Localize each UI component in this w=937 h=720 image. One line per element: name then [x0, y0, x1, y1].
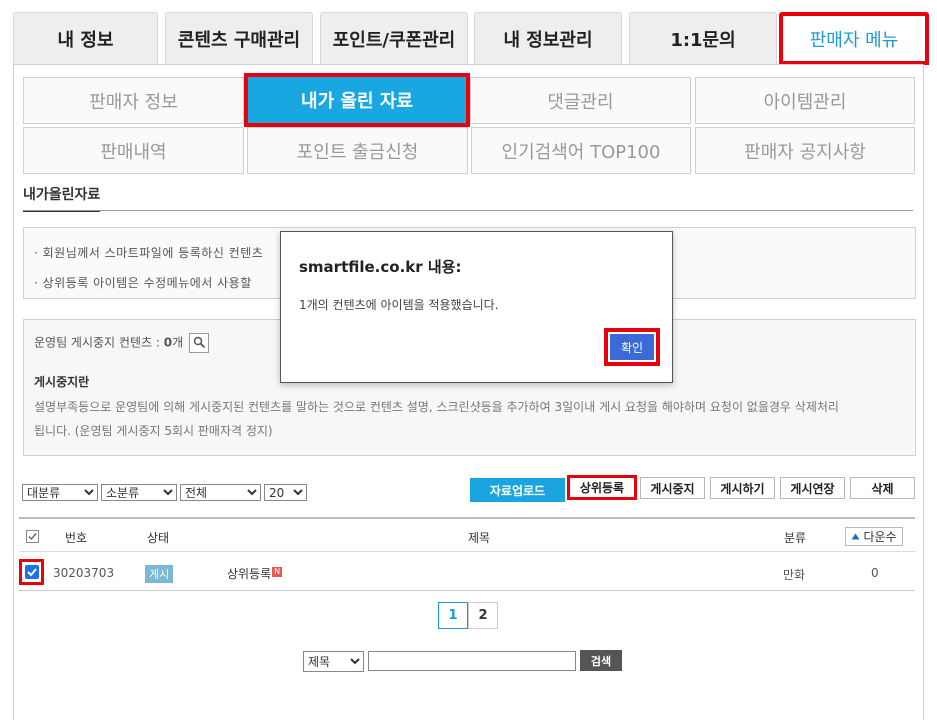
publish-button[interactable]: 게시하기 — [710, 477, 775, 499]
search-field-select[interactable]: 제목 — [303, 651, 364, 672]
page-2-button[interactable]: 2 — [468, 602, 498, 629]
search-input[interactable] — [368, 651, 576, 671]
status-badge: 게시 — [145, 565, 174, 583]
tab-points-coupons[interactable]: 포인트/쿠폰관리 — [320, 12, 468, 65]
suspended-count-row: 운영팀 게시중지 컨텐츠 : 0개 — [34, 333, 209, 353]
dialog-message: 1개의 컨텐츠에 아이템을 적용했습니다. — [299, 298, 499, 312]
header-status: 상태 — [147, 531, 170, 545]
row-title[interactable]: 상위등록 — [227, 567, 271, 581]
extend-button[interactable]: 게시연장 — [780, 477, 845, 499]
submenu-my-uploads[interactable]: 내가 올린 자료 — [244, 73, 470, 127]
row-checkbox[interactable] — [25, 565, 39, 579]
top-register-button[interactable]: 상위등록 — [567, 475, 637, 500]
section-title: 내가올린자료 — [23, 184, 101, 212]
category-main-select[interactable]: 대분류 — [22, 484, 98, 501]
dialog-title: smartfile.co.kr 내용: — [299, 258, 462, 276]
row-category: 만화 — [783, 568, 806, 582]
header-category: 분류 — [784, 531, 807, 545]
page-1-button[interactable]: 1 — [438, 602, 468, 629]
suspended-unit: 개 — [172, 335, 184, 350]
submenu-seller-info[interactable]: 판매자 정보 — [23, 77, 244, 124]
search-icon[interactable] — [188, 333, 209, 353]
sort-downloads-label: 다운수 — [863, 530, 897, 544]
new-badge-icon: N — [272, 567, 283, 577]
submenu-sales[interactable]: 판매내역 — [23, 127, 244, 174]
check-icon — [28, 533, 37, 541]
table-row: 30203703 게시 상위등록 N 만화 0 — [19, 553, 915, 591]
suspended-label: 운영팀 게시중지 컨텐츠 : — [34, 335, 164, 350]
sort-downloads-button[interactable]: 다운수 — [845, 527, 903, 546]
dialog-ok-button[interactable]: 확인 — [610, 334, 654, 360]
category-sub-select[interactable]: 소분류 — [101, 484, 177, 501]
tab-inquiry[interactable]: 1:1문의 — [629, 12, 777, 65]
row-title-link[interactable]: 상위등록 N — [227, 565, 283, 582]
top-tab-bar: 내 정보 콘텐츠 구매관리 포인트/쿠폰관리 내 정보관리 1:1문의 판매자 … — [13, 12, 929, 65]
submenu-comments[interactable]: 댓글관리 — [470, 77, 691, 124]
header-title: 제목 — [468, 531, 491, 545]
submenu-items[interactable]: 아이템관리 — [695, 77, 915, 124]
tab-content-purchase[interactable]: 콘텐츠 구매관리 — [165, 12, 313, 65]
row-downloads: 0 — [871, 566, 879, 580]
submenu-withdrawal[interactable]: 포인트 출금신청 — [247, 127, 468, 174]
search-button[interactable]: 검색 — [580, 650, 622, 671]
page-size-select[interactable]: 20 — [264, 484, 307, 501]
dialog-ok-frame: 확인 — [604, 328, 660, 366]
select-all-checkbox[interactable] — [26, 530, 39, 543]
notice-heading: 게시중지란 — [34, 375, 90, 389]
notice-body-line: 됩니다. (운영팀 게시중지 5회시 판매자격 정지) — [34, 424, 273, 438]
tab-my-info[interactable]: 내 정보 — [13, 12, 158, 65]
sort-up-icon — [851, 533, 860, 540]
check-icon — [27, 568, 37, 577]
notice-body-line: 설명부족등으로 운영팀에 의해 게시중지된 컨텐츠를 말하는 것으로 컨텐츠 설… — [34, 400, 839, 414]
header-number: 번호 — [65, 531, 88, 545]
table-header: 번호 상태 제목 분류 다운수 — [19, 519, 915, 552]
submenu-seller-notice[interactable]: 판매자 공지사항 — [695, 127, 915, 174]
alert-dialog: smartfile.co.kr 내용: 1개의 컨텐츠에 아이템을 적용했습니다… — [280, 231, 673, 383]
tab-seller-menu[interactable]: 판매자 메뉴 — [779, 12, 929, 65]
section-divider — [23, 210, 913, 211]
delete-button[interactable]: 삭제 — [850, 477, 915, 499]
row-number: 30203703 — [53, 566, 115, 580]
status-select[interactable]: 전체 — [180, 484, 261, 501]
info-line: · 회원님께서 스마트파일에 등록하신 컨텐츠 — [34, 246, 264, 260]
upload-button[interactable]: 자료업로드 — [470, 478, 565, 502]
tab-account-settings[interactable]: 내 정보관리 — [474, 12, 622, 65]
row-checkbox-frame — [19, 559, 44, 585]
suspend-button[interactable]: 게시중지 — [640, 477, 705, 499]
info-line: · 상위등록 아이템은 수정메뉴에서 사용할 — [34, 276, 252, 290]
submenu-top-keywords[interactable]: 인기검색어 TOP100 — [471, 127, 691, 174]
suspended-count: 0 — [163, 335, 173, 350]
